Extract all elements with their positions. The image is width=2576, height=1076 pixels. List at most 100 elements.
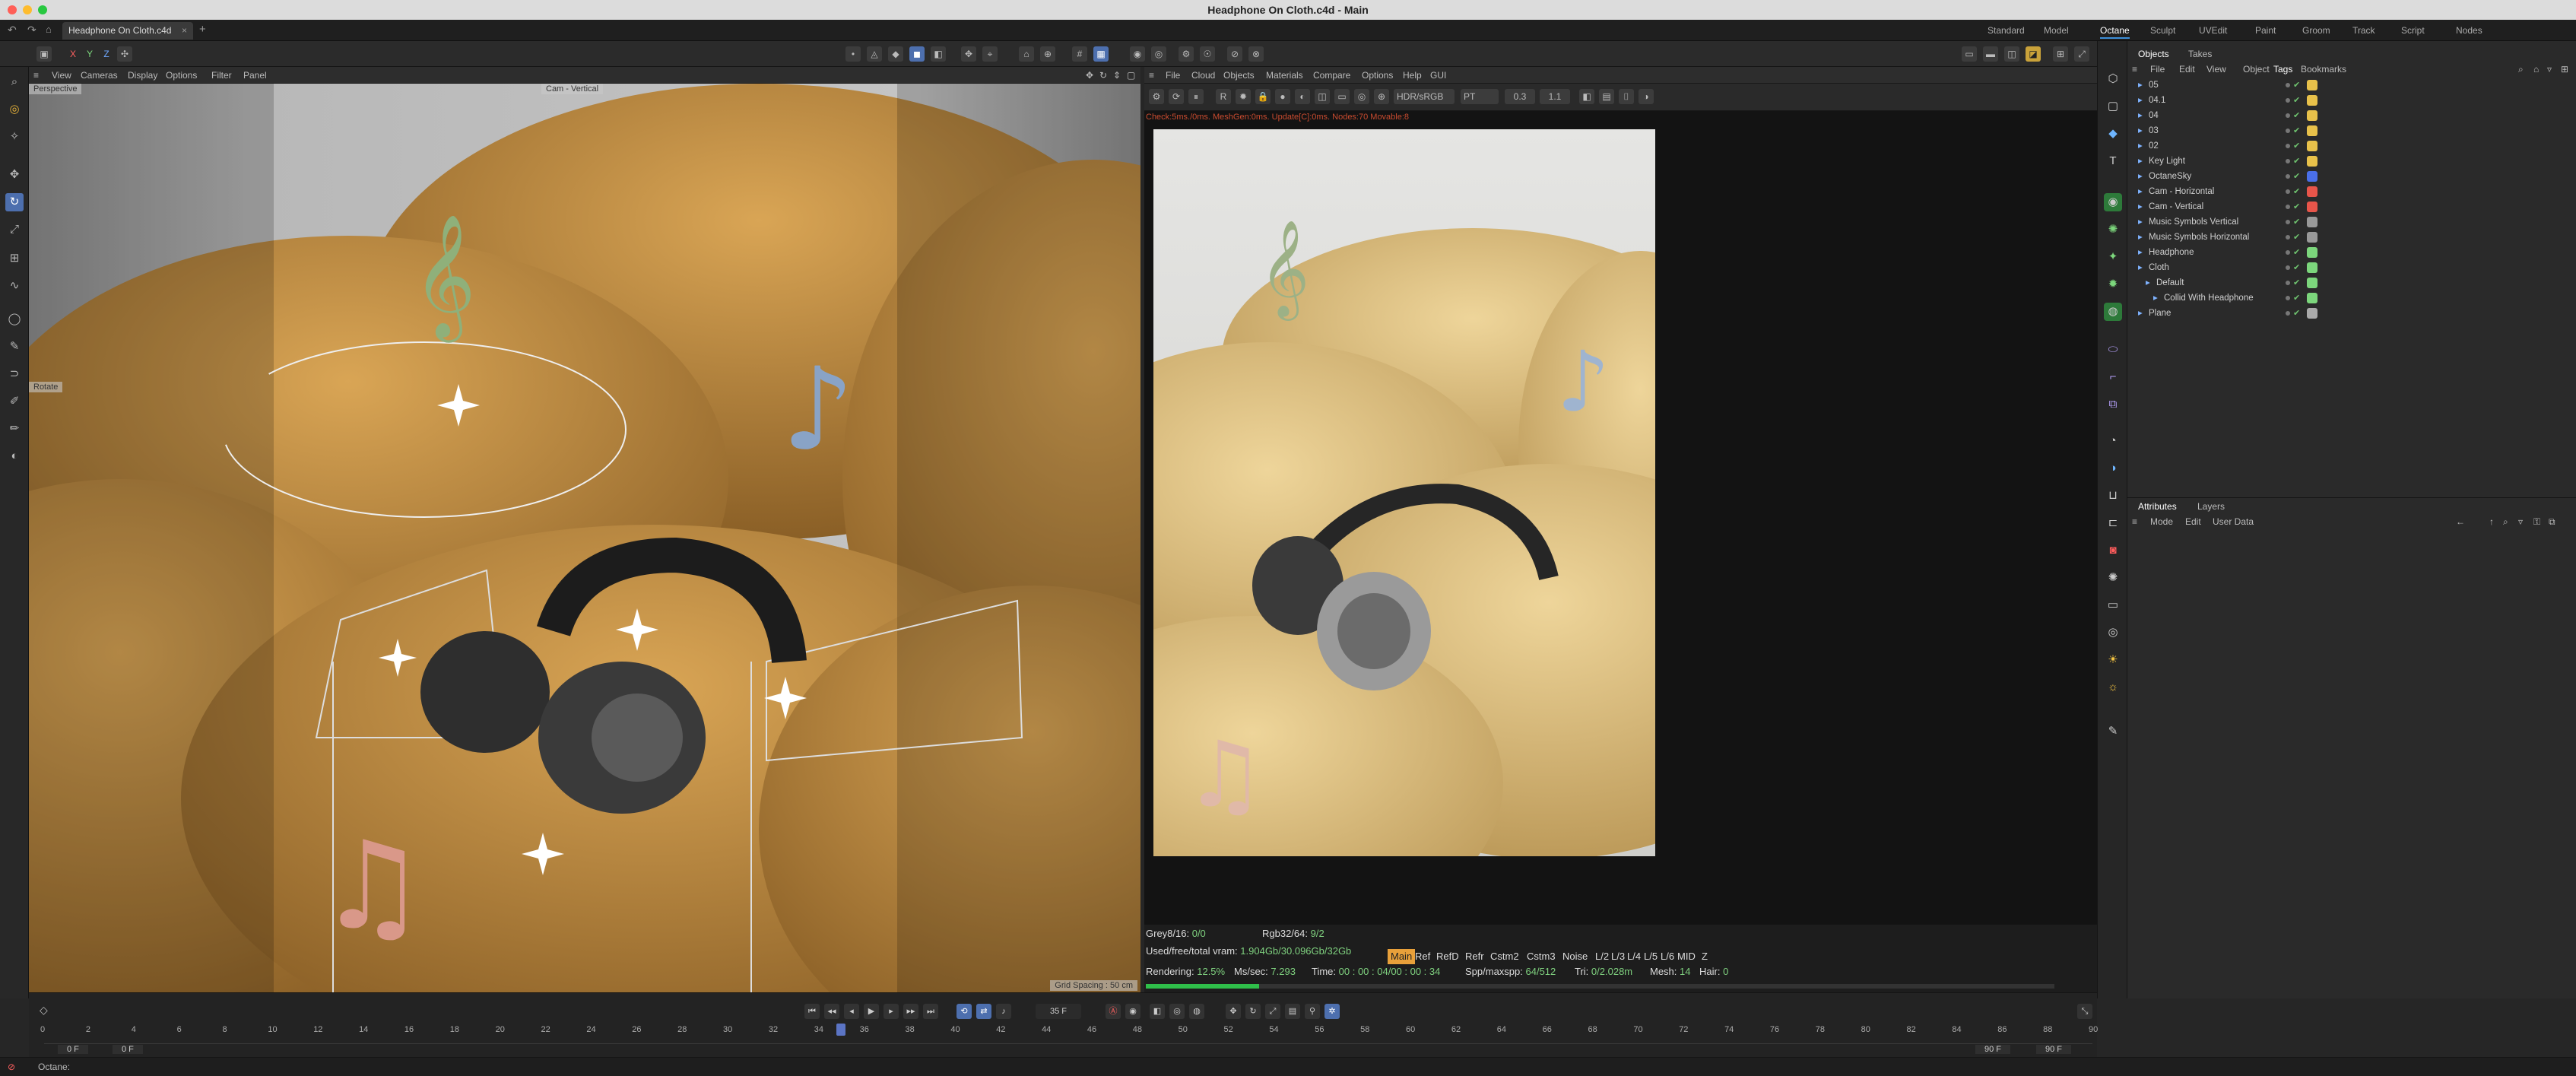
render-menu-cloud[interactable]: Cloud: [1191, 70, 1215, 81]
viewport-menu-icon[interactable]: ≡: [33, 70, 39, 81]
document-tab[interactable]: Headphone On Cloth.c4d ×: [62, 22, 193, 40]
visibility-dot[interactable]: [2286, 281, 2290, 285]
region-icon[interactable]: ▭: [1334, 89, 1350, 104]
up-arrow-icon[interactable]: ↑: [2489, 516, 2494, 527]
sky-icon[interactable]: ⊏: [2104, 514, 2122, 532]
maximize-window-button[interactable]: [38, 5, 47, 14]
object-row[interactable]: ▸ Music Symbols Vertical ✔: [2127, 214, 2576, 230]
redo-icon[interactable]: ↷: [27, 24, 36, 37]
objects-menu-file[interactable]: File: [2150, 64, 2165, 75]
layers-icon[interactable]: ⊞: [2561, 64, 2568, 75]
scale-icon[interactable]: ⤢: [5, 221, 24, 239]
object-tag-icon[interactable]: [2307, 141, 2317, 151]
object-tag-icon[interactable]: [2307, 80, 2317, 90]
object-tag-icon[interactable]: [2307, 171, 2317, 182]
render-gear-icon[interactable]: ✹: [1236, 89, 1251, 104]
close-tab-icon[interactable]: ×: [182, 22, 187, 40]
enabled-check-icon[interactable]: ✔: [2293, 306, 2300, 321]
channel-mid[interactable]: MID: [1677, 949, 1696, 964]
environment-icon[interactable]: ◑: [2104, 459, 2122, 478]
workplane-icon[interactable]: ⌖: [982, 46, 998, 62]
point-mode-icon[interactable]: •: [845, 46, 861, 62]
enabled-check-icon[interactable]: ✔: [2293, 154, 2300, 169]
camera-icon[interactable]: ⌷: [1619, 89, 1634, 104]
clay-mode-icon[interactable]: ◐: [1295, 89, 1310, 104]
enabled-check-icon[interactable]: ✔: [2293, 184, 2300, 199]
pick-material-icon[interactable]: ⊕: [1374, 89, 1389, 104]
viewport-menu-filter[interactable]: Filter: [211, 70, 232, 81]
objects-menu-bookmarks[interactable]: Bookmarks: [2301, 64, 2346, 75]
objects-menu-icon[interactable]: ≡: [2132, 64, 2137, 75]
deformer-icon[interactable]: ✺: [2104, 221, 2122, 239]
visibility-dot[interactable]: [2286, 174, 2290, 179]
object-tag-icon[interactable]: [2307, 308, 2317, 319]
object-mode-icon[interactable]: ◼: [909, 46, 925, 62]
subsample-icon[interactable]: ◫: [1315, 89, 1330, 104]
render-menu-materials[interactable]: Materials: [1266, 70, 1303, 81]
object-tag-icon[interactable]: [2307, 232, 2317, 243]
spot-light-icon[interactable]: ◎: [2104, 624, 2122, 642]
effector-icon[interactable]: ✹: [2104, 275, 2122, 294]
channel-noise[interactable]: Noise: [1562, 949, 1588, 964]
object-row[interactable]: ▸ Headphone ✔: [2127, 245, 2576, 260]
symmetry-icon[interactable]: ⊕: [1040, 46, 1055, 62]
coordinate-system-icon[interactable]: ✣: [117, 46, 132, 62]
value-b-field[interactable]: 1.1: [1540, 89, 1570, 104]
attributes-edit-menu[interactable]: Edit: [2185, 516, 2201, 527]
new-tab-icon[interactable]: +: [199, 23, 206, 36]
layout-a-icon[interactable]: ▭: [1962, 46, 1977, 62]
layout-tab-uvedit[interactable]: UVEdit: [2199, 24, 2227, 37]
pick-focus-icon[interactable]: ◎: [1354, 89, 1369, 104]
end-frame-b[interactable]: 90 F: [2036, 1045, 2072, 1054]
compare-icon[interactable]: ◑: [1639, 89, 1654, 104]
visibility-dot[interactable]: [2286, 265, 2290, 270]
visibility-dot[interactable]: [2286, 129, 2290, 133]
layout-tab-sculpt[interactable]: Sculpt: [2150, 24, 2175, 37]
pan-icon[interactable]: ✥: [1086, 70, 1093, 81]
save-image-icon[interactable]: ◧: [1579, 89, 1594, 104]
export-icon[interactable]: ▤: [1599, 89, 1614, 104]
enabled-check-icon[interactable]: ✔: [2293, 245, 2300, 260]
enabled-check-icon[interactable]: ✔: [2293, 199, 2300, 214]
paint-icon[interactable]: ✏: [5, 420, 24, 438]
channel-z[interactable]: Z: [1702, 949, 1708, 964]
channel-ref[interactable]: Ref: [1415, 949, 1430, 964]
attributes-userdata-menu[interactable]: User Data: [2213, 516, 2254, 527]
visibility-dot[interactable]: [2286, 250, 2290, 255]
rectangle-icon[interactable]: ▢: [2104, 97, 2122, 116]
render-view-icon[interactable]: ⚙: [1179, 46, 1194, 62]
timeline-ruler[interactable]: 0 2 4 6 8 10 12 14 16 18 20 22 24 26 28 30 32 34 36 38 40 42 4…: [29, 993, 2098, 1058]
field-icon[interactable]: ◍: [2104, 303, 2122, 321]
timeline[interactable]: ◇ ⏮ ◂◂ ◂ ▶ ▸ ▸▸ ⏭ ⟲ ⇄ ♪ 35 F Ⓐ ◉ ◧ ◎ ◍ ✥…: [29, 992, 2098, 1058]
axis-z-button[interactable]: Z: [99, 46, 114, 62]
connect-icon[interactable]: ⧉: [2104, 395, 2122, 414]
enabled-check-icon[interactable]: ✔: [2293, 214, 2300, 230]
enabled-check-icon[interactable]: ✔: [2293, 169, 2300, 184]
enabled-check-icon[interactable]: ✔: [2293, 93, 2300, 108]
object-tag-icon[interactable]: [2307, 202, 2317, 212]
object-tag-icon[interactable]: [2307, 125, 2317, 136]
grid-snap-icon[interactable]: #: [1072, 46, 1087, 62]
channel-main[interactable]: Main: [1388, 949, 1416, 964]
object-tag-icon[interactable]: [2307, 217, 2317, 227]
visibility-dot[interactable]: [2286, 311, 2290, 316]
area-light-icon[interactable]: ▭: [2104, 596, 2122, 614]
render-menu-options[interactable]: Options: [1362, 70, 1393, 81]
magnet-icon[interactable]: ⊃: [5, 365, 24, 383]
enabled-check-icon[interactable]: ✔: [2293, 290, 2300, 306]
object-tag-icon[interactable]: [2307, 278, 2317, 288]
visibility-dot[interactable]: [2286, 220, 2290, 224]
search-icon[interactable]: ⌕: [2518, 64, 2524, 75]
cloner-icon[interactable]: ✦: [2104, 248, 2122, 266]
channel-refr[interactable]: Refr: [1465, 949, 1484, 964]
objects-menu-view[interactable]: View: [2206, 64, 2226, 75]
attributes-menu-icon[interactable]: ≡: [2132, 516, 2137, 527]
3d-viewport[interactable]: 𝄞 ♪ ♫ Perspective Cam - Vertical Rotate …: [29, 84, 1140, 992]
transform-icon[interactable]: ⊞: [5, 249, 24, 268]
object-row[interactable]: ▸ 03 ✔: [2127, 123, 2576, 138]
back-arrow-icon[interactable]: ←: [2456, 516, 2465, 527]
object-row[interactable]: ▸ OctaneSky ✔: [2127, 169, 2576, 184]
channel-l-4[interactable]: L/4: [1627, 949, 1641, 964]
objects-menu-object[interactable]: Object: [2243, 64, 2270, 75]
enabled-check-icon[interactable]: ✔: [2293, 138, 2300, 154]
